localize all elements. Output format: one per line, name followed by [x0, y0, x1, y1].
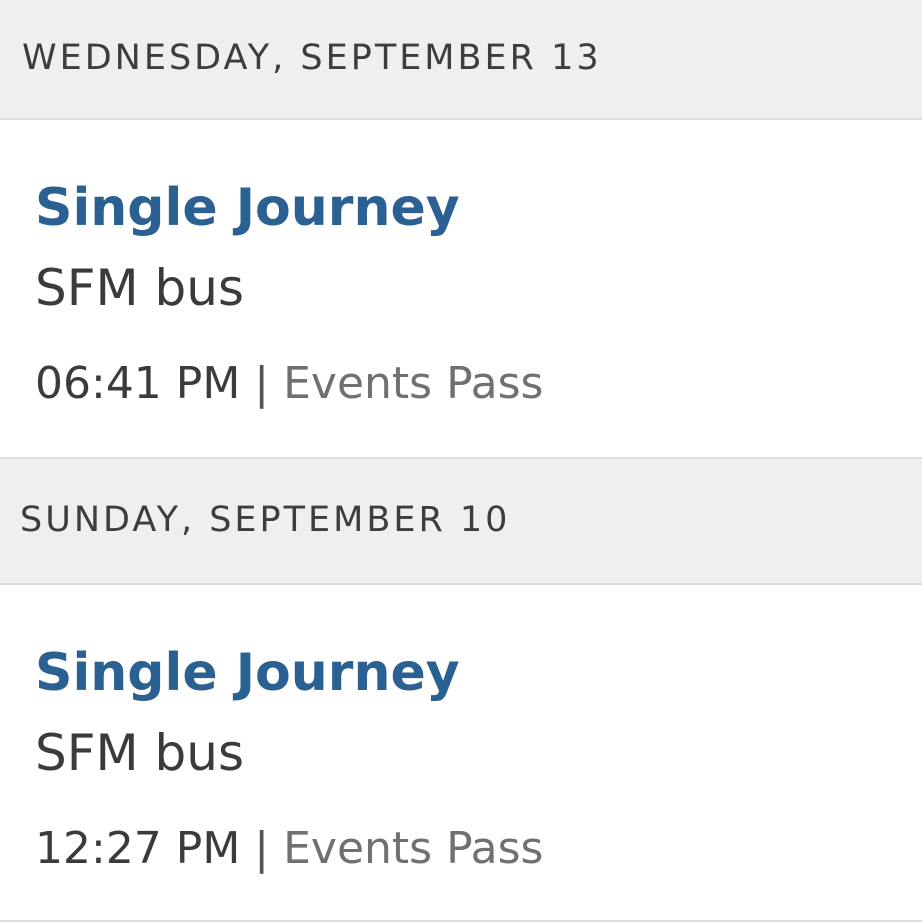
trip-time: 12:27 PM: [35, 823, 241, 874]
trip-history-list: WEDNESDAY, SEPTEMBER 13 Single Journey S…: [0, 0, 922, 922]
trip-meta: 12:27 PM | Events Pass: [35, 821, 922, 877]
trip-mode: SFM bus: [35, 724, 245, 782]
trip-time: 06:41 PM: [35, 358, 241, 409]
trip-pass-type: Events Pass: [283, 358, 544, 409]
date-header: SUNDAY, SEPTEMBER 10: [0, 457, 922, 585]
date-header-label: WEDNESDAY, SEPTEMBER 13: [22, 38, 602, 78]
trip-item[interactable]: Single Journey SFM bus 12:27 PM | Events…: [0, 585, 922, 922]
trip-pass-type: Events Pass: [283, 823, 544, 874]
trip-mode: SFM bus: [35, 259, 245, 317]
trip-separator: |: [254, 358, 270, 409]
trip-meta: 06:41 PM | Events Pass: [35, 356, 922, 412]
trip-item[interactable]: Single Journey SFM bus 06:41 PM | Events…: [0, 120, 922, 457]
date-header: WEDNESDAY, SEPTEMBER 13: [0, 0, 922, 120]
trip-title: Single Journey: [35, 178, 460, 238]
trip-title: Single Journey: [35, 643, 460, 703]
date-header-label: SUNDAY, SEPTEMBER 10: [20, 500, 511, 540]
trip-separator: |: [254, 823, 270, 874]
